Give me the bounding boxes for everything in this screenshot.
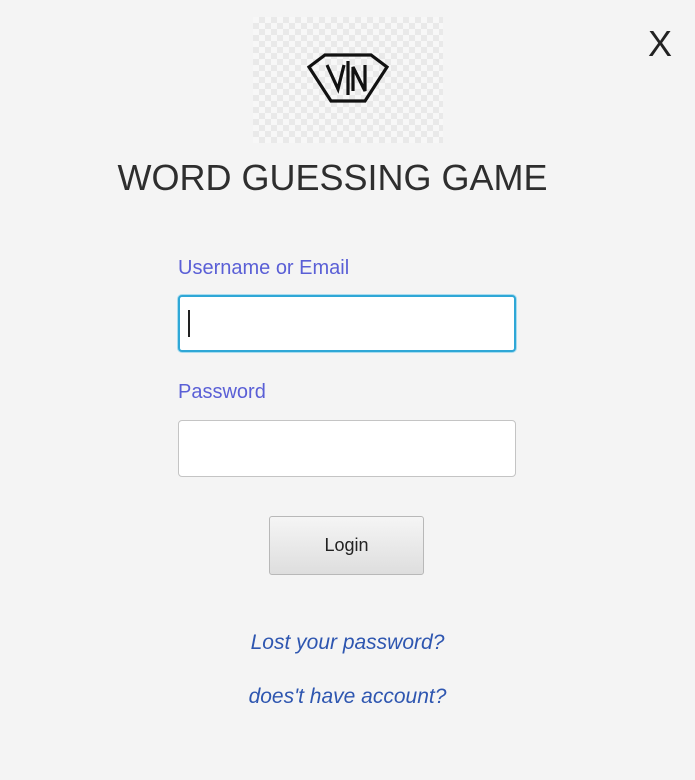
login-button[interactable]: Login (269, 516, 424, 575)
app-logo (253, 17, 443, 143)
username-label: Username or Email (178, 257, 350, 279)
lost-password-link[interactable]: Lost your password? (0, 631, 695, 655)
shield-logo-icon (306, 53, 390, 103)
create-account-link[interactable]: does't have account? (0, 685, 695, 709)
password-label: Password (178, 381, 266, 403)
username-input[interactable] (178, 295, 516, 352)
app-title: WORD GUESSING GAME (117, 157, 548, 198)
text-caret (188, 310, 190, 337)
close-button[interactable]: X (640, 22, 680, 66)
password-input[interactable] (178, 420, 516, 477)
